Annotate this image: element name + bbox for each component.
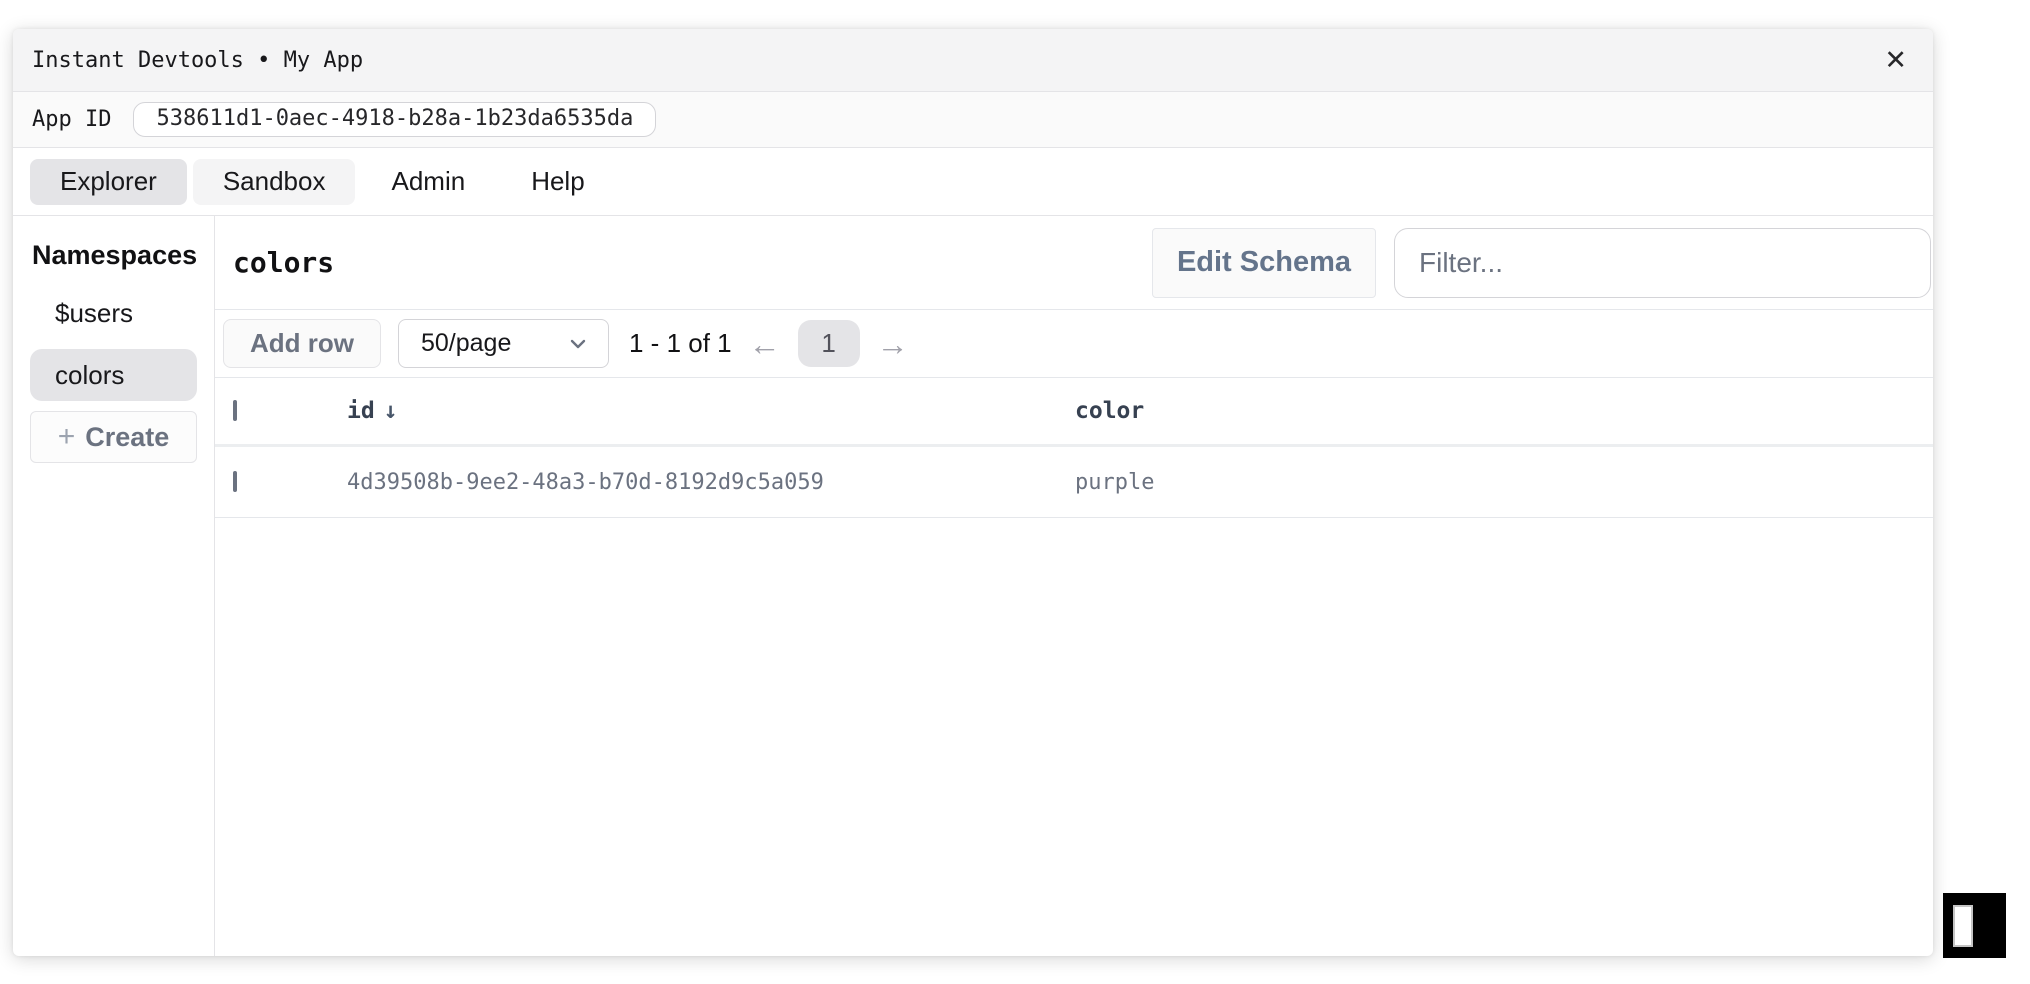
select-all-checkbox[interactable]: [233, 400, 237, 421]
window-title: Instant Devtools • My App: [32, 48, 363, 73]
instant-logo-button[interactable]: [1943, 893, 2006, 958]
table-row[interactable]: 4d39508b-9ee2-48a3-b70d-8192d9c5a059 pur…: [215, 447, 1933, 518]
header-actions: Edit Schema: [1152, 228, 1931, 298]
table-toolbar: Add row 50/page 1 - 1 of 1 ← 1 →: [215, 310, 1933, 378]
edit-schema-button[interactable]: Edit Schema: [1152, 228, 1376, 298]
add-row-button[interactable]: Add row: [223, 319, 381, 368]
tab-help[interactable]: Help: [501, 159, 614, 205]
app-id-bar: App ID 538611d1-0aec-4918-b28a-1b23da653…: [13, 92, 1933, 148]
page-size-select[interactable]: 50/page: [398, 319, 609, 368]
prev-page-icon[interactable]: ←: [749, 328, 781, 360]
cell-id: 4d39508b-9ee2-48a3-b70d-8192d9c5a059: [347, 470, 1075, 495]
namespaces-heading: Namespaces: [32, 240, 197, 271]
page-background: Instant Devtools • My App ✕ App ID 53861…: [0, 0, 2030, 984]
tab-bar: Explorer Sandbox Admin Help: [13, 148, 1933, 216]
app-id-label: App ID: [32, 107, 111, 132]
plus-icon: +: [58, 422, 76, 452]
pagination-range: 1 - 1 of 1: [629, 328, 732, 359]
explorer-main: colors Edit Schema Add row 50/page 1 -: [215, 216, 1933, 956]
column-header-id[interactable]: id ↓: [347, 398, 1075, 424]
table-empty-area: [215, 518, 1933, 956]
create-label: Create: [85, 422, 169, 453]
table-header-row: id ↓ color: [215, 378, 1933, 447]
current-page-button[interactable]: 1: [798, 320, 860, 367]
namespace-item-users[interactable]: $users: [30, 287, 197, 339]
create-namespace-button[interactable]: + Create: [30, 411, 197, 463]
namespace-item-colors[interactable]: colors: [30, 349, 197, 401]
page-size-value: 50/page: [421, 329, 511, 358]
tab-explorer[interactable]: Explorer: [30, 159, 187, 205]
panel-body: Namespaces $users colors + Create colors…: [13, 216, 1933, 956]
tab-admin[interactable]: Admin: [361, 159, 495, 205]
devtools-panel: Instant Devtools • My App ✕ App ID 53861…: [13, 29, 1933, 956]
next-page-icon[interactable]: →: [877, 328, 909, 360]
cell-color: purple: [1075, 470, 1933, 495]
instant-logo-icon: [1953, 905, 1973, 947]
namespace-header: colors Edit Schema: [215, 216, 1933, 310]
namespace-title: colors: [233, 246, 334, 279]
chevron-down-icon: [566, 332, 590, 356]
close-icon[interactable]: ✕: [1882, 45, 1909, 76]
filter-input[interactable]: [1394, 228, 1931, 298]
column-header-color[interactable]: color: [1075, 398, 1933, 424]
title-bar: Instant Devtools • My App ✕: [13, 29, 1933, 92]
namespaces-sidebar: Namespaces $users colors + Create: [13, 216, 215, 956]
app-id-value[interactable]: 538611d1-0aec-4918-b28a-1b23da6535da: [133, 102, 656, 137]
sort-desc-icon: ↓: [384, 398, 398, 424]
row-checkbox[interactable]: [233, 471, 237, 492]
tab-sandbox[interactable]: Sandbox: [193, 159, 356, 205]
